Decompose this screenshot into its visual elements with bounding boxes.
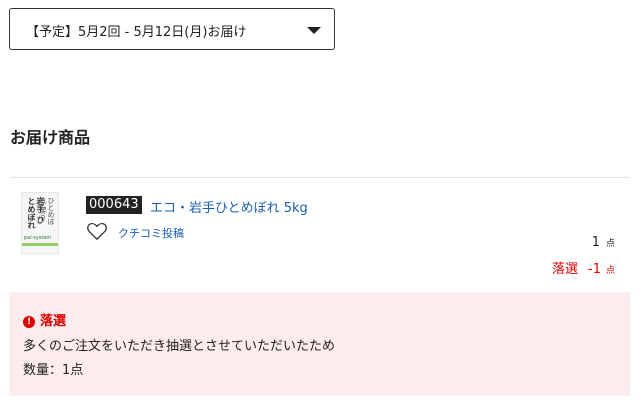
delivery-date-select-value: 【予定】5月2回 - 5月12日(月)お届け [26,25,247,40]
product-image[interactable]: 岩手 ひとめぼれ ひとめぼれ 5kg pal·system [21,192,59,254]
lottery-unit: 点 [605,266,615,276]
notice-quantity: 数量：1点 [23,363,84,378]
divider [10,177,630,178]
quantity-unit: 点 [605,239,615,249]
lottery-status: 落選 [552,262,579,277]
notice-title: 落選 [40,314,67,329]
product-code-badge: 000643 [86,196,142,214]
alert-circle-icon: ! [23,316,35,328]
product-image-brand: pal·system [24,235,52,241]
lottery-result: 落選 -1 点 [552,258,615,277]
product-image-sub: ひとめぼれ 5kg [39,197,55,225]
review-post-link[interactable]: クチコミ投稿 [118,225,184,241]
lottery-notice: ! 落選 多くのご注文をいただき抽選とさせていただいたため 数量：1点 [9,292,630,396]
lottery-delta: -1 [588,262,601,277]
delivery-date-select[interactable]: 【予定】5月2回 - 5月12日(月)お届け [9,8,335,50]
section-title: お届け商品 [10,128,91,147]
notice-heading: ! 落選 [23,310,66,329]
caret-down-icon [307,27,321,34]
product-image-stripe [22,243,58,246]
product-name-link[interactable]: エコ・岩手ひとめぼれ 5kg [150,197,308,216]
heart-outline-icon[interactable] [86,220,108,242]
quantity: 1点 [592,235,615,250]
notice-message: 多くのご注文をいただき抽選とさせていただいたため [23,339,336,354]
quantity-value: 1 [591,235,600,250]
